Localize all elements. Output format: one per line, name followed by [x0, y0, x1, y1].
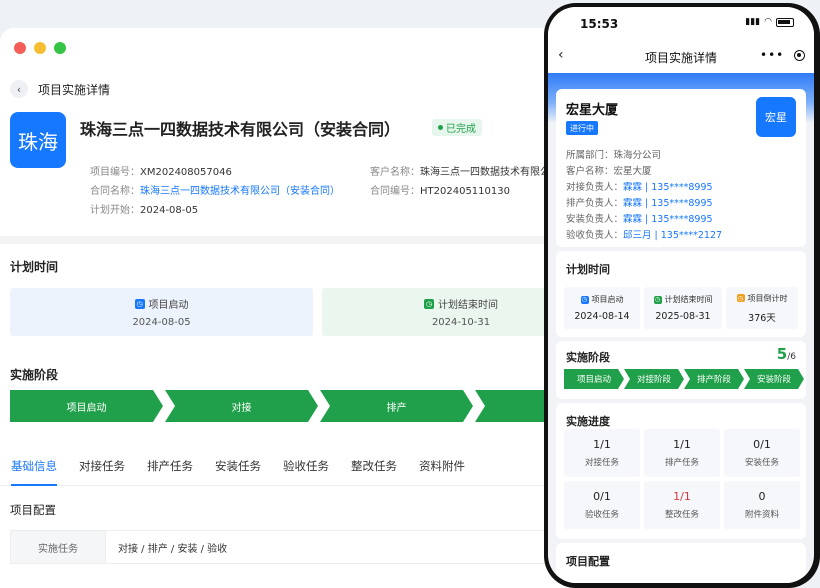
wifi-icon: ◠ [764, 17, 772, 27]
stage-step[interactable]: 排产阶段 [684, 369, 744, 389]
phone-screen: 15:53 ▮▮▮ ◠ ‹ 项目实施详情 ••• 宏星大厦 进行中 宏星 所属部… [548, 7, 814, 583]
progress-item[interactable]: 1/1 整改任务 [644, 481, 720, 529]
section-title: 实施阶段 [10, 368, 59, 382]
stage-step[interactable]: 安装阶段 [744, 369, 804, 389]
config-title: 项目配置 [10, 503, 56, 517]
progress-item[interactable]: 1/1 排产任务 [644, 429, 720, 477]
stage-section: 实施阶段 项目启动 对接 排产 [0, 352, 600, 460]
tab-production-tasks[interactable]: 排产任务 [136, 446, 204, 486]
project-no: 项目编号：XM202408057046 [90, 167, 232, 178]
stage-step[interactable]: 项目启动 [564, 369, 624, 389]
stage-steps: 项目启动 对接阶段 排产阶段 安装阶段 [564, 369, 804, 389]
clock-icon: ◷ [134, 298, 145, 309]
stage-step[interactable]: 对接阶段 [624, 369, 684, 389]
section-title: 计划时间 [566, 263, 610, 276]
info-line: 客户名称：宏星大厦 [566, 166, 652, 177]
plan-time-card: 计划时间 ◷ 项目启动 2024-08-14 ◷ 计划结束时间 2025-08-31… [556, 251, 806, 337]
info-line: 排产负责人：霖霖 | 135****8995 [566, 198, 713, 209]
clock-icon: ◷ [653, 295, 662, 304]
chevron-left-icon: ‹ [16, 82, 22, 96]
progress-item[interactable]: 0/1 验收任务 [564, 481, 640, 529]
project-logo: 宏星 [756, 97, 796, 137]
progress-item[interactable]: 0 附件资料 [724, 481, 800, 529]
contact-link[interactable]: 霖霖 | 135****8995 [623, 182, 713, 193]
tab-acceptance-tasks[interactable]: 验收任务 [272, 446, 340, 486]
clock-icon: ◷ [580, 295, 589, 304]
info-line: 对接负责人：霖霖 | 135****8995 [566, 182, 713, 193]
section-title: 实施阶段 [566, 351, 610, 364]
maximize-window-button[interactable] [54, 42, 66, 54]
plan-start-box: ◷ 项目启动 2024-08-14 [564, 287, 640, 329]
project-header: ‹ 项目实施详情 珠海 珠海三点一四数据技术有限公司（安装合同） 已完成 项目编… [0, 28, 600, 236]
contract-name: 合同名称：珠海三点一四数据技术有限公司（安装合同） [90, 186, 340, 197]
status-badge: 进行中 [566, 121, 598, 135]
tab-rectify-tasks[interactable]: 整改任务 [340, 446, 408, 486]
tab-install-tasks[interactable]: 安装任务 [204, 446, 272, 486]
config-card: 项目配置 [556, 543, 806, 583]
signal-icon: ▮▮▮ [745, 17, 761, 27]
contact-link[interactable]: 邱三月 | 135****2127 [623, 230, 722, 241]
config-row-value: 对接 / 排产 / 安装 / 验收 [118, 543, 228, 555]
plan-start: 计划开始：2024-08-05 [90, 205, 199, 216]
config-row-label: 实施任务 [11, 531, 106, 563]
status-badge: 已完成 [432, 119, 482, 136]
info-line: 安装负责人：霖霖 | 135****8995 [566, 214, 713, 225]
tab-attachments[interactable]: 资料附件 [408, 446, 476, 486]
phone-header: 15:53 ▮▮▮ ◠ ‹ 项目实施详情 ••• [548, 7, 814, 73]
page-title: 项目实施详情 [38, 83, 111, 97]
window-controls [14, 42, 66, 54]
stage-card: 实施阶段 5/6 项目启动 对接阶段 排产阶段 安装阶段 [556, 341, 806, 399]
battery-icon [776, 17, 794, 27]
config-table: 实施任务 对接 / 排产 / 安装 / 验收 [10, 530, 590, 564]
info-line: 所属部门：珠海分公司 [566, 150, 662, 161]
countdown-box: ◷ 项目倒计时 376天 [726, 287, 798, 329]
close-miniapp-icon[interactable] [794, 50, 805, 61]
status-dot-icon [438, 125, 443, 130]
close-window-button[interactable] [14, 42, 26, 54]
back-button[interactable]: ‹ [10, 80, 28, 98]
info-line: 验收负责人：邱三月 | 135****2127 [566, 230, 723, 241]
contact-link[interactable]: 霖霖 | 135****8995 [623, 198, 713, 209]
section-title: 实施进度 [566, 415, 610, 428]
tab-bar: 基础信息 对接任务 排产任务 安装任务 验收任务 整改任务 资料附件 [0, 446, 600, 486]
progress-item[interactable]: 0/1 安装任务 [724, 429, 800, 477]
tab-docking-tasks[interactable]: 对接任务 [68, 446, 136, 486]
section-title: 项目配置 [566, 555, 610, 568]
status-time: 15:53 [580, 17, 619, 31]
clock-icon: ◷ [424, 298, 434, 309]
progress-item[interactable]: 1/1 对接任务 [564, 429, 640, 477]
section-title: 计划时间 [10, 260, 59, 274]
stage-step[interactable]: 排产 [320, 390, 473, 422]
more-icon[interactable]: ••• [760, 48, 784, 62]
clock-icon: ◷ [736, 294, 745, 302]
tab-basic-info[interactable]: 基础信息 [0, 446, 68, 486]
phone-frame: 15:53 ▮▮▮ ◠ ‹ 项目实施详情 ••• 宏星大厦 进行中 宏星 所属部… [544, 3, 820, 588]
stage-count: 5/6 [776, 345, 796, 363]
contact-link[interactable]: 霖霖 | 135****8995 [623, 214, 713, 225]
contract-no: 合同编号：HT202405110130 [370, 186, 510, 197]
desktop-window: ‹ 项目实施详情 珠海 珠海三点一四数据技术有限公司（安装合同） 已完成 项目编… [0, 28, 600, 588]
customer-name: 客户名称：珠海三点一四数据技术有限公司 [370, 167, 560, 178]
project-name: 宏星大厦 [566, 103, 619, 118]
project-card: 宏星大厦 进行中 宏星 所属部门：珠海分公司 客户名称：宏星大厦 对接负责人：霖… [556, 89, 806, 247]
plan-start-box: ◷ 项目启动 2024-08-05 [10, 288, 313, 336]
detail-tabs-section: 基础信息 对接任务 排产任务 安装任务 验收任务 整改任务 资料附件 项目配置 … [0, 446, 600, 588]
stage-steps: 项目启动 对接 排产 [10, 390, 600, 422]
status-icons: ▮▮▮ ◠ [745, 17, 794, 27]
stage-step[interactable]: 对接 [165, 390, 318, 422]
progress-card: 实施进度 1/1 对接任务 1/1 排产任务 0/1 安装任务 0/1 验收任务 1/1… [556, 403, 806, 539]
company-name: 珠海三点一四数据技术有限公司（安装合同） [80, 120, 401, 139]
stage-step[interactable]: 项目启动 [10, 390, 163, 422]
plan-end-box: ◷ 计划结束时间 2025-08-31 [644, 287, 722, 329]
company-logo: 珠海 [10, 112, 66, 168]
minimize-window-button[interactable] [34, 42, 46, 54]
